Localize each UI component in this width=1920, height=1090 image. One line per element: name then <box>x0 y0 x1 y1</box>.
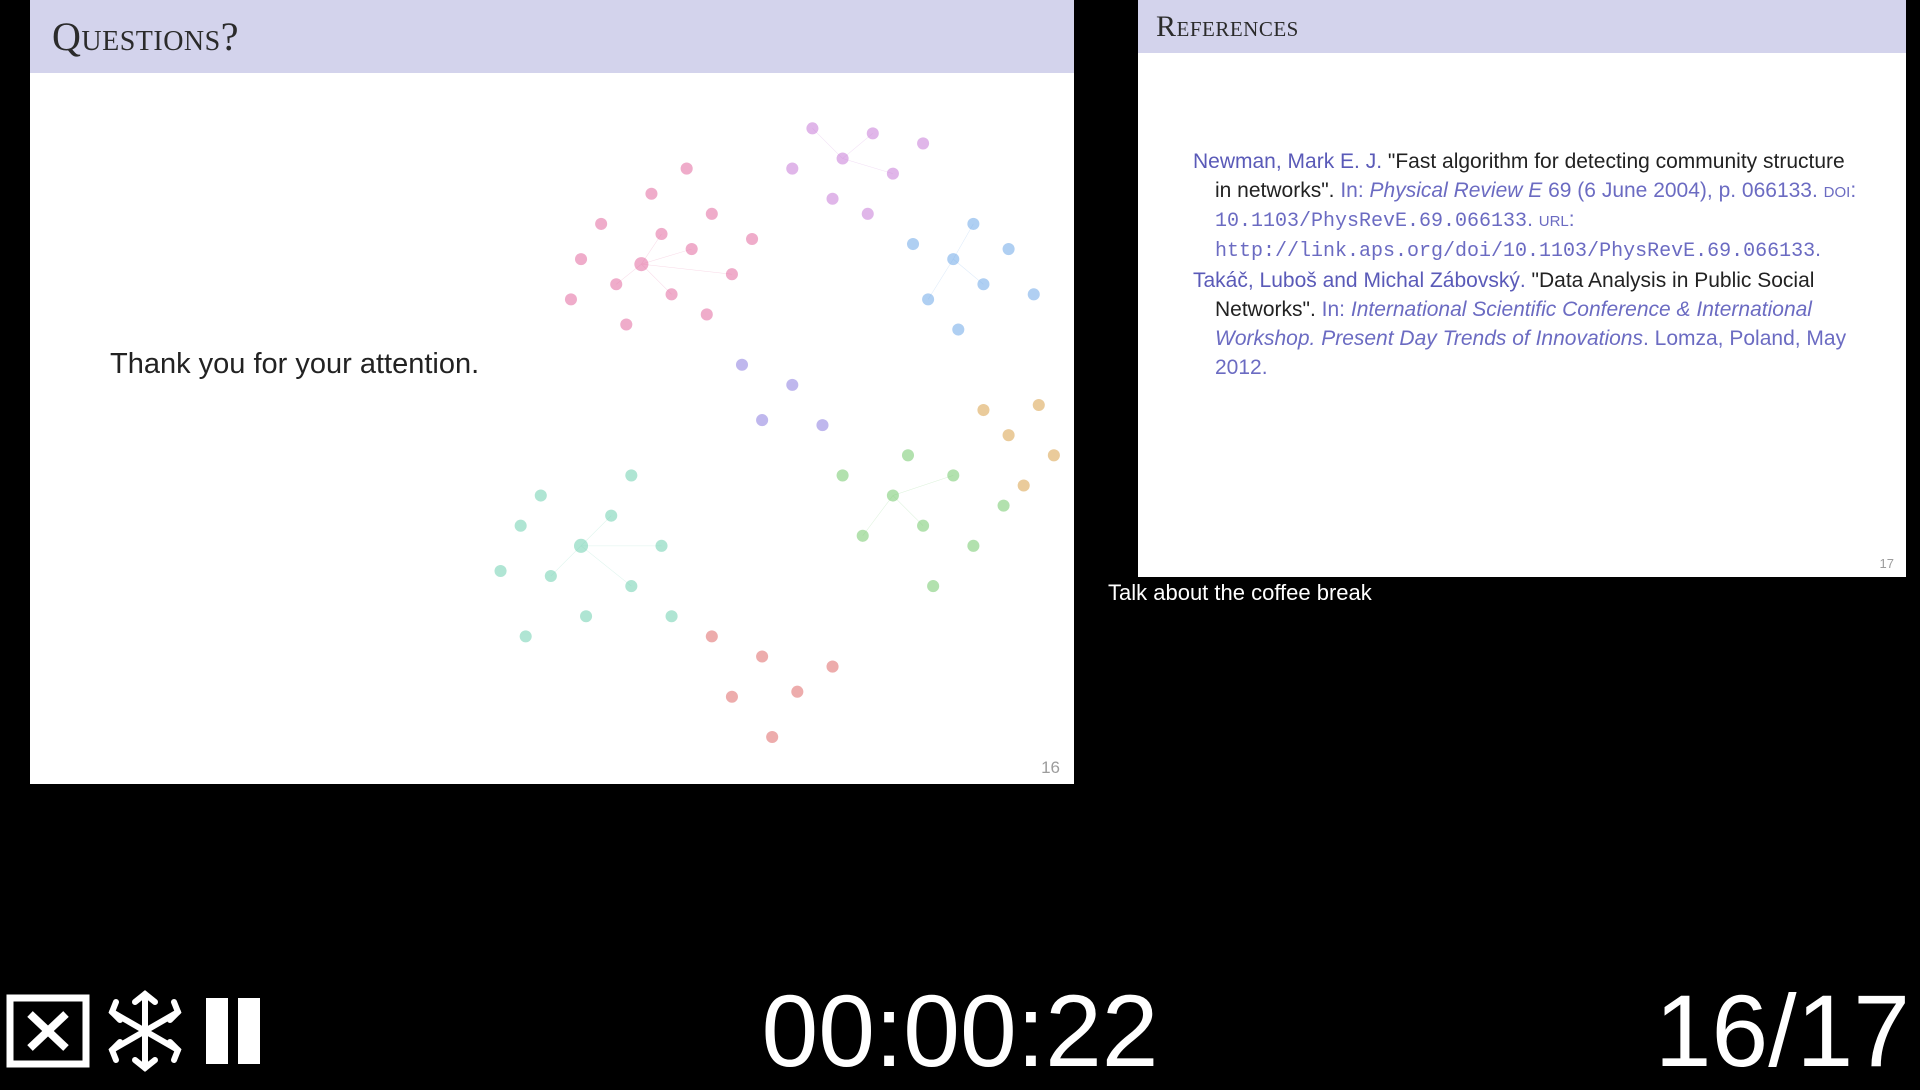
network-graph-illustration <box>410 73 1074 784</box>
ref-url-label: url <box>1539 208 1569 231</box>
next-slide-number: 17 <box>1880 556 1894 571</box>
next-slide-title: References <box>1156 10 1299 44</box>
current-slide: Questions? Thank you for you <box>30 0 1074 784</box>
reference-item: Takáč, Luboš and Michal Zábovský. "Data … <box>1193 267 1866 383</box>
control-buttons <box>4 988 268 1074</box>
ref-doi: 10.1103/PhysRevE.69.066133 <box>1215 210 1527 233</box>
close-icon[interactable] <box>4 992 92 1070</box>
ref-vol: 69 (6 June 2004), p. 066133. <box>1542 179 1823 202</box>
reference-item: Newman, Mark E. J. "Fast algorithm for d… <box>1193 148 1866 265</box>
current-slide-header: Questions? <box>30 0 1074 73</box>
presentation-timer: 00:00:22 <box>761 973 1158 1090</box>
ref-author: Takáč, Luboš and Michal Zábovský. <box>1193 269 1526 292</box>
current-slide-body: Thank you for your attention. 16 <box>30 73 1074 784</box>
page-total: 17 <box>1797 974 1910 1088</box>
presenter-notes: Talk about the coffee break <box>1108 580 1372 606</box>
next-slide: References Newman, Mark E. J. "Fast algo… <box>1138 0 1906 577</box>
ref-doi-label: doi <box>1824 179 1851 202</box>
next-slide-header: References <box>1138 0 1906 53</box>
page-indicator: 16/17 <box>1655 973 1910 1090</box>
ref-venue: Physical Review E <box>1370 179 1543 202</box>
ref-in: In: <box>1340 179 1363 202</box>
thank-you-text: Thank you for your attention. <box>110 348 479 381</box>
page-current: 16 <box>1655 974 1768 1088</box>
ref-in: In: <box>1322 298 1345 321</box>
presenter-toolbar: 00:00:22 16/17 <box>0 970 1920 1080</box>
ref-author: Newman, Mark E. J. <box>1193 150 1382 173</box>
current-slide-title: Questions? <box>52 13 239 60</box>
ref-url: http://link.aps.org/doi/10.1103/PhysRevE… <box>1215 240 1815 263</box>
pause-icon[interactable] <box>198 992 268 1070</box>
current-slide-number: 16 <box>1041 758 1060 778</box>
references-list: Newman, Mark E. J. "Fast algorithm for d… <box>1138 53 1906 383</box>
snowflake-icon[interactable] <box>102 988 188 1074</box>
